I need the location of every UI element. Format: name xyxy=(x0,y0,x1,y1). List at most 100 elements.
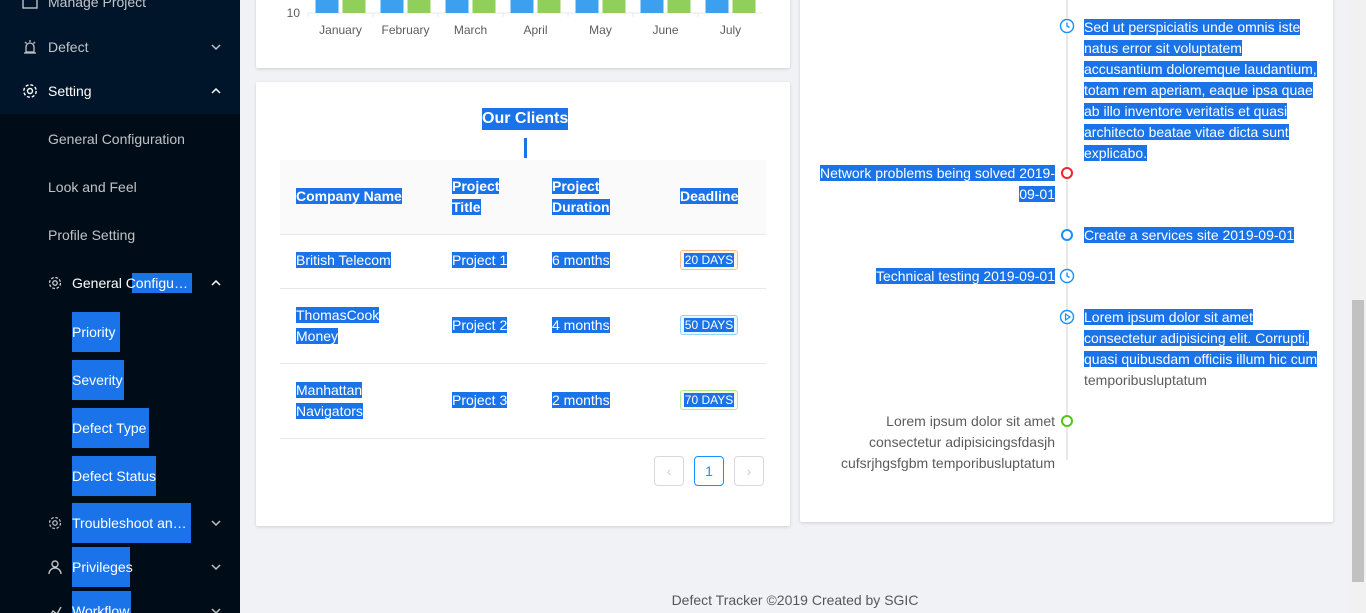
cell-duration: 4 months xyxy=(552,317,610,333)
bug-icon xyxy=(24,40,36,54)
submenu-label: Troubleshoot and Setup xyxy=(72,503,191,543)
bar-series-1 xyxy=(445,0,469,13)
timeline-item-text: Create a services site 2019-09-01 xyxy=(1084,227,1295,243)
x-tick-label: February xyxy=(381,23,429,37)
clock-icon xyxy=(1059,268,1075,284)
submenu-item-look-and-feel[interactable]: Look and Feel xyxy=(0,167,240,207)
menu-item-priority[interactable]: Priority xyxy=(72,312,120,352)
submenu-label: Look and Feel xyxy=(48,179,137,195)
x-tick-label: June xyxy=(652,23,678,37)
bar-series-2 xyxy=(342,0,366,13)
table-row[interactable]: Manhattan Navigators Project 3 2 months … xyxy=(280,364,766,439)
submenu-workflow[interactable]: Workflow xyxy=(0,591,240,613)
menu-item-defect-type[interactable]: Defect Type xyxy=(72,408,149,448)
clients-title: Our Clients xyxy=(482,108,569,130)
bar-series-2 xyxy=(602,0,626,13)
chevron-down-icon xyxy=(211,44,221,51)
table-row[interactable]: ThomasCook Money Project 2 4 months 50 D… xyxy=(280,289,766,364)
chevron-down-icon xyxy=(211,564,221,571)
submenu-general-configuration-group[interactable]: General Configuration xyxy=(0,263,240,303)
x-tick-label: March xyxy=(454,23,487,37)
column-header-project-duration: Project Duration xyxy=(552,178,610,215)
bar-series-1 xyxy=(640,0,664,13)
cell-company: Manhattan Navigators xyxy=(296,382,363,419)
chevron-down-icon xyxy=(211,608,221,613)
bar-series-2 xyxy=(472,0,496,13)
menu-item-severity[interactable]: Severity xyxy=(72,360,124,400)
submenu-label: General Configuration xyxy=(48,131,185,147)
submenu-label: Profile Setting xyxy=(48,227,136,243)
menu-label: Manage Project xyxy=(48,0,147,10)
timeline-item-text: Network problems being solved 2019-09-01 xyxy=(819,165,1055,202)
project-icon xyxy=(22,0,38,9)
gear-icon xyxy=(48,516,62,530)
clients-card: Our Clients Company Name Project Title P… xyxy=(256,82,790,526)
x-tick-label: January xyxy=(319,23,362,37)
submenu-label: Workflow xyxy=(72,591,131,613)
gear-icon xyxy=(48,276,62,290)
setting-submenu: General Configuration Look and Feel Prof… xyxy=(0,114,240,613)
x-tick-label: May xyxy=(589,23,612,37)
bar-series-2 xyxy=(732,0,756,13)
cell-project: Project 1 xyxy=(452,252,508,268)
cell-duration: 6 months xyxy=(552,252,610,268)
menu-label: Defect xyxy=(48,39,89,55)
scrollbar-thumb[interactable] xyxy=(1352,300,1364,582)
pagination-next-button[interactable]: › xyxy=(734,456,764,486)
table-row[interactable]: British Telecom Project 1 6 months 20 DA… xyxy=(280,234,766,289)
column-header-deadline: Deadline xyxy=(680,188,739,204)
play-icon xyxy=(1059,309,1075,325)
bar-series-1 xyxy=(315,0,339,13)
chevron-up-icon xyxy=(211,279,221,286)
timeline-item-text: Lorem ipsum dolor sit amet consectetur a… xyxy=(1084,309,1318,388)
timeline-item-text: Sed ut perspiciatis unde omnis iste natu… xyxy=(1084,19,1317,161)
column-header-project-title: Project Title xyxy=(452,178,500,215)
pagination-prev-button[interactable]: ‹ xyxy=(654,456,684,486)
bar-chart: 10 January February March April May June July xyxy=(287,0,763,37)
deadline-tag: 20 DAYS xyxy=(680,250,738,270)
workflow-icon xyxy=(50,606,62,613)
submenu-privileges[interactable]: Privileges xyxy=(0,547,240,587)
cell-company: ThomasCook Money xyxy=(296,307,380,344)
deadline-tag: 50 DAYS xyxy=(680,315,738,335)
menu-item-defect-status[interactable]: Defect Status xyxy=(72,456,156,496)
y-tick-label: 10 xyxy=(287,6,301,20)
timeline-card: Sed ut perspiciatis unde omnis iste natu… xyxy=(800,0,1333,522)
x-tick-label: April xyxy=(523,23,547,37)
red-dot-icon xyxy=(1061,167,1073,179)
bar-series-2 xyxy=(537,0,561,13)
submenu-label: General Configuration xyxy=(72,273,192,293)
blue-dot-icon xyxy=(1061,229,1073,241)
title-underline xyxy=(524,138,527,158)
menu-item-defect[interactable]: Defect xyxy=(0,25,240,69)
bar-series-1 xyxy=(380,0,404,13)
cell-project: Project 3 xyxy=(452,392,508,408)
table-header: Company Name Project Title Project Durat… xyxy=(280,160,766,235)
chevron-down-icon xyxy=(211,520,221,527)
scrollbar[interactable] xyxy=(1350,0,1366,613)
monthly-chart-card: 10 January February March April May June July xyxy=(256,0,790,68)
submenu-troubleshoot[interactable]: Troubleshoot and Setup xyxy=(0,503,240,543)
submenu-label: Privileges xyxy=(72,547,133,587)
bar-series-1 xyxy=(705,0,729,13)
cell-project: Project 2 xyxy=(452,317,508,333)
chevron-up-icon xyxy=(211,87,221,94)
footer: Defect Tracker ©2019 Created by SGIC xyxy=(671,592,919,608)
submenu-item-general-configuration[interactable]: General Configuration xyxy=(0,119,240,159)
sidebar: Manage Project Defect Setting General Co… xyxy=(0,0,240,613)
menu-label: Setting xyxy=(48,83,92,99)
deadline-tag: 70 DAYS xyxy=(680,390,738,410)
bar-series-1 xyxy=(510,0,534,13)
pagination-page-1[interactable]: 1 xyxy=(694,456,724,486)
cell-duration: 2 months xyxy=(552,392,610,408)
x-tick-label: July xyxy=(720,23,741,37)
clock-icon xyxy=(1059,18,1075,34)
submenu-item-profile-setting[interactable]: Profile Setting xyxy=(0,215,240,255)
timeline-item-text: Technical testing 2019-09-01 xyxy=(875,268,1055,284)
menu-item-manage-project[interactable]: Manage Project xyxy=(0,0,240,24)
green-dot-icon xyxy=(1061,415,1073,427)
menu-item-setting[interactable]: Setting xyxy=(0,69,240,113)
cell-company: British Telecom xyxy=(296,252,391,268)
bar-series-1 xyxy=(575,0,599,13)
bar-series-2 xyxy=(667,0,691,13)
